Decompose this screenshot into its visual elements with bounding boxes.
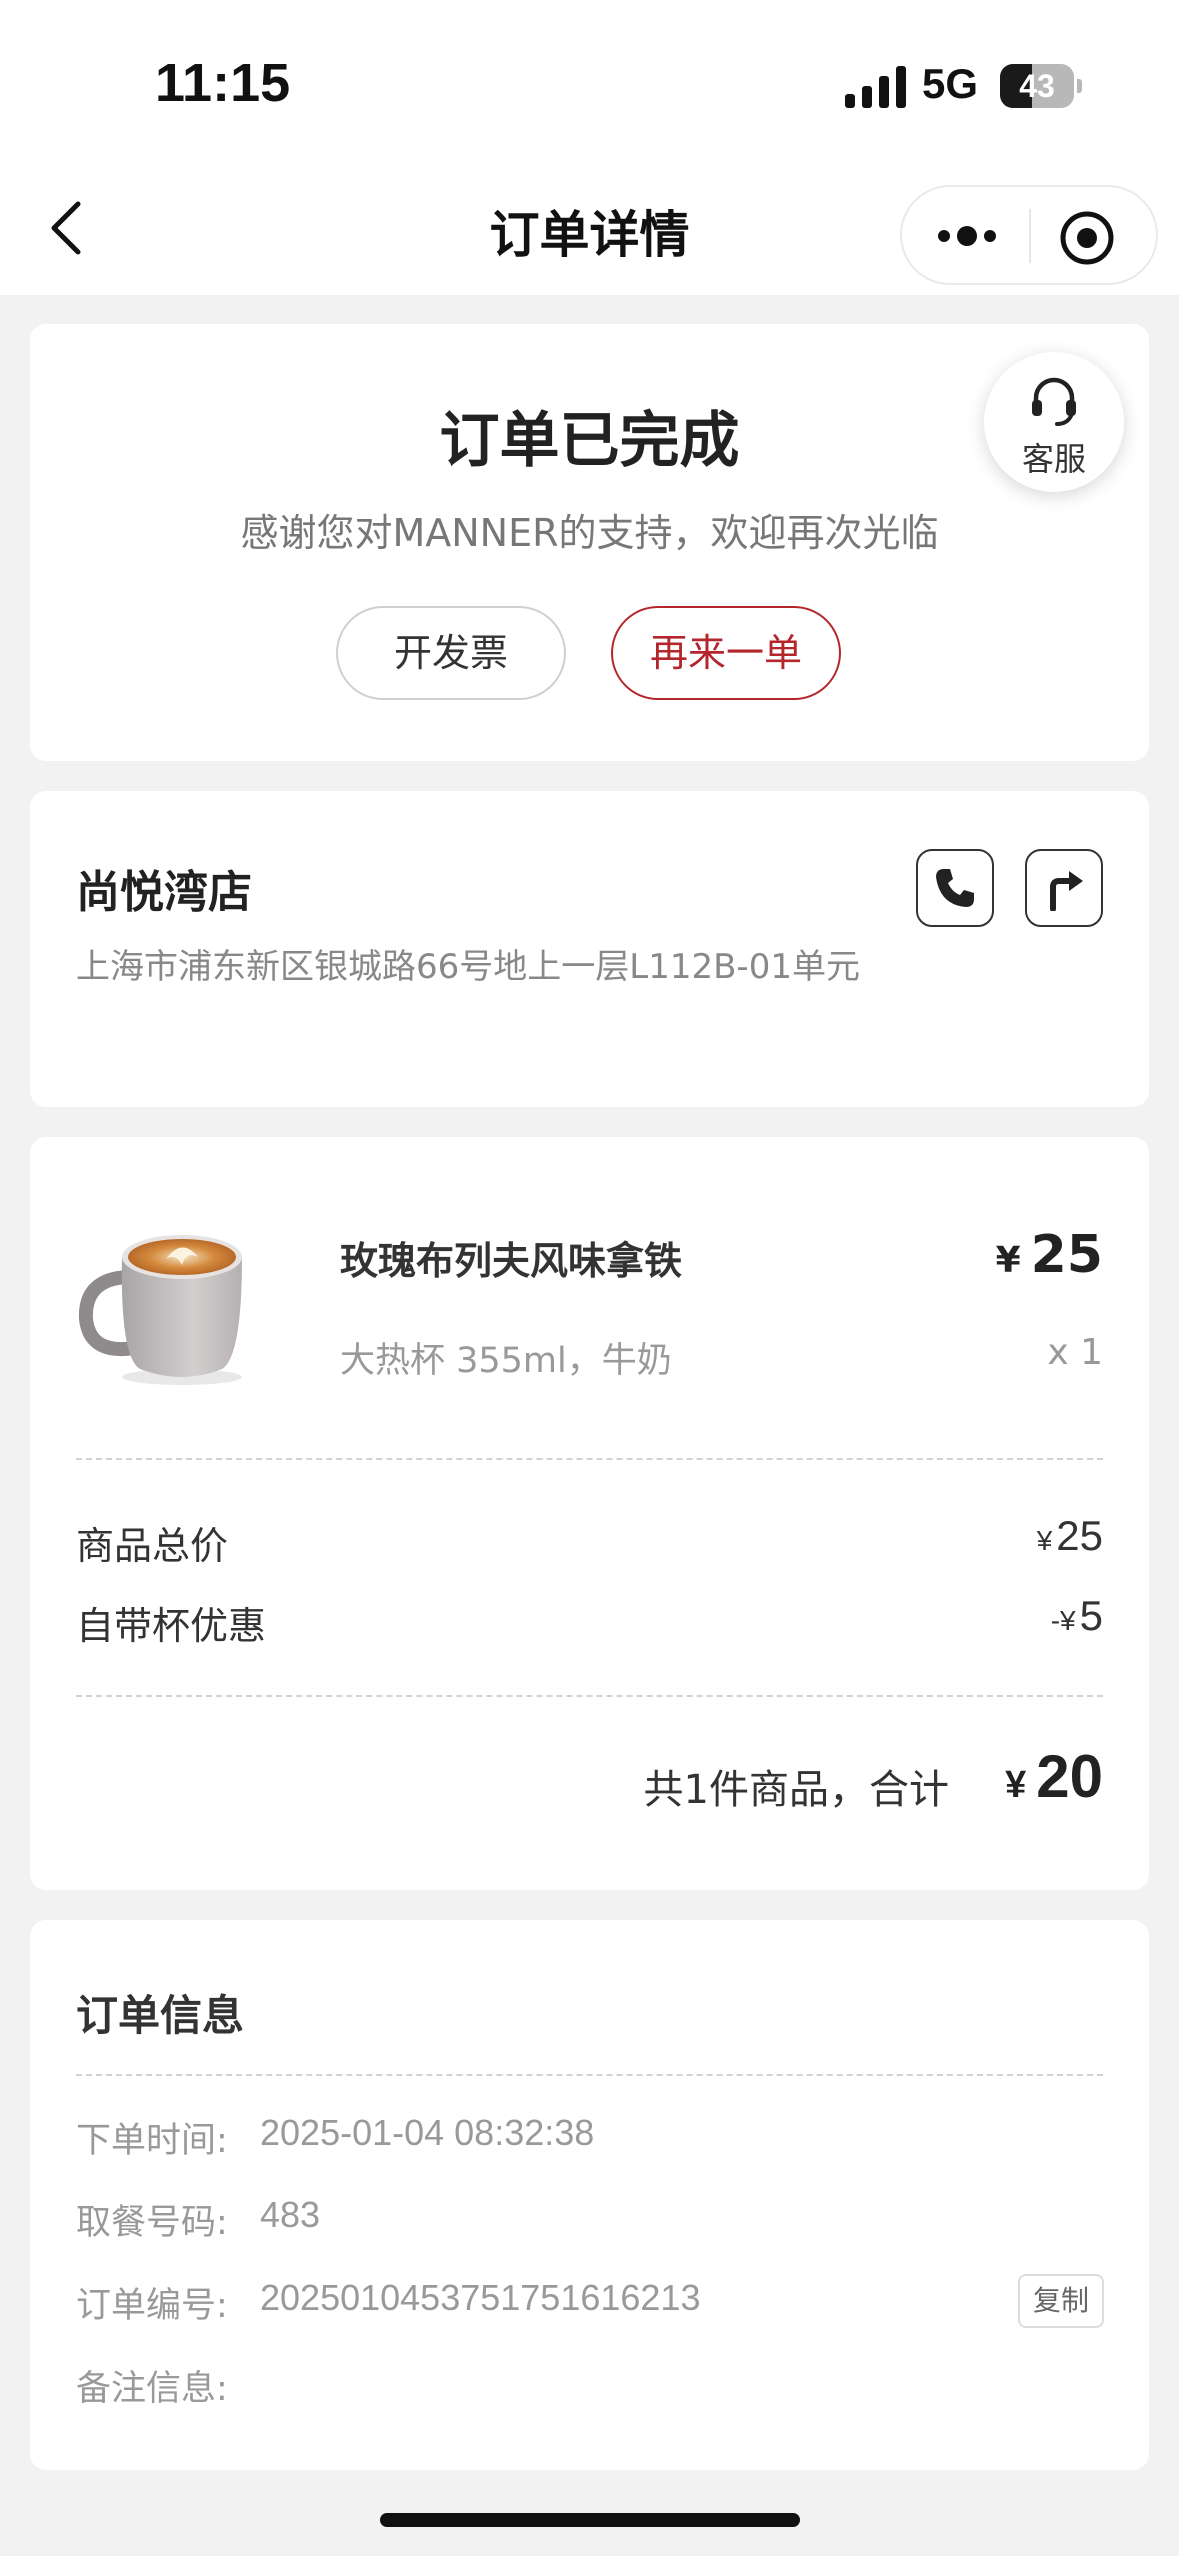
divider <box>76 2074 1103 2076</box>
target-circle-icon[interactable] <box>1058 209 1116 267</box>
customer-service-button[interactable]: 客服 <box>984 352 1124 492</box>
signal-icon <box>845 66 906 108</box>
product-name: 玫瑰布列夫风味拿铁 <box>340 1239 683 1283</box>
divider <box>76 1458 1103 1460</box>
network-type: 5G <box>922 60 979 107</box>
remarks-label: 备注信息: <box>76 2369 228 2409</box>
discount-prefix: -¥ <box>1050 1605 1076 1636</box>
more-dots-icon[interactable] <box>932 209 1002 263</box>
copy-order-number-button[interactable]: 复制 <box>1018 2274 1104 2328</box>
order-info-title: 订单信息 <box>76 1991 245 2040</box>
phone-icon <box>936 869 974 907</box>
home-indicator[interactable] <box>380 2513 800 2527</box>
subtotal-value: ¥25 <box>1037 1512 1103 1560</box>
order-number-value: 20250104537517516162​13 <box>260 2277 701 2318</box>
store-name: 尚悦湾店 <box>76 867 252 918</box>
discount-label: 自带杯优惠 <box>76 1604 267 1648</box>
order-summary-text: 共1件商品，合计 <box>643 1767 949 1813</box>
total-amount: 20 <box>1036 1743 1103 1810</box>
reorder-button[interactable]: 再来一单 <box>611 606 841 700</box>
subtotal-currency: ¥ <box>1036 1525 1053 1556</box>
order-items-card: 玫瑰布列夫风味拿铁 大热杯 355ml，牛奶 ¥25 x 1 商品总价 ¥25 … <box>30 1137 1149 1890</box>
customer-service-label: 客服 <box>1021 440 1086 478</box>
order-info-card: 订单信息 下单时间: 2025-01-04 08:32:38 取餐号码: 483… <box>30 1920 1149 2470</box>
latte-cup-image <box>78 1235 242 1385</box>
subtotal-label: 商品总价 <box>76 1524 229 1568</box>
price-currency: ¥ <box>995 1240 1021 1281</box>
product-spec: 大热杯 355ml，牛奶 <box>340 1341 672 1381</box>
status-time: 11:15 <box>155 53 291 113</box>
product-quantity: x 1 <box>1047 1332 1103 1373</box>
status-bar: 11:15 5G 43 <box>0 0 1179 160</box>
call-store-button[interactable] <box>916 849 994 927</box>
battery-icon: 43 <box>1000 64 1082 108</box>
nav-bar: 订单详情 <box>0 160 1179 295</box>
total-currency: ¥ <box>1005 1764 1027 1806</box>
capsule-divider <box>1029 209 1031 263</box>
order-total: ¥20 <box>1005 1742 1103 1811</box>
subtotal-amount: 25 <box>1056 1512 1103 1559</box>
order-time-value: 2025-01-04 08:32:38 <box>260 2112 595 2153</box>
order-number-label: 订单编号: <box>76 2286 228 2326</box>
pickup-number-label: 取餐号码: <box>76 2203 228 2243</box>
pickup-number-value: 483 <box>260 2194 321 2235</box>
discount-value: -¥5 <box>1051 1592 1103 1640</box>
navigate-store-button[interactable] <box>1025 849 1103 927</box>
order-time-label: 下单时间: <box>76 2121 228 2161</box>
order-status-card: 订单已完成 感谢您对MANNER的支持，欢迎再次光临 开发票 再来一单 客服 <box>30 324 1149 761</box>
store-card: 尚悦湾店 上海市浦东新区银城路66号地上一层L112B-01单元 <box>30 791 1149 1107</box>
order-status-subtitle: 感谢您对MANNER的支持，欢迎再次光临 <box>240 511 939 555</box>
price-value: 25 <box>1030 1225 1103 1285</box>
mini-program-capsule <box>900 185 1158 285</box>
battery-level: 43 <box>1019 68 1055 104</box>
discount-amount: 5 <box>1079 1592 1103 1639</box>
order-status-title: 订单已完成 <box>439 406 740 476</box>
route-arrow-icon <box>1050 871 1083 911</box>
product-price: ¥25 <box>996 1225 1103 1285</box>
store-address: 上海市浦东新区银城路66号地上一层L112B-01单元 <box>76 947 860 987</box>
divider <box>76 1695 1103 1697</box>
headset-icon <box>1032 377 1076 426</box>
invoice-button[interactable]: 开发票 <box>336 606 566 700</box>
